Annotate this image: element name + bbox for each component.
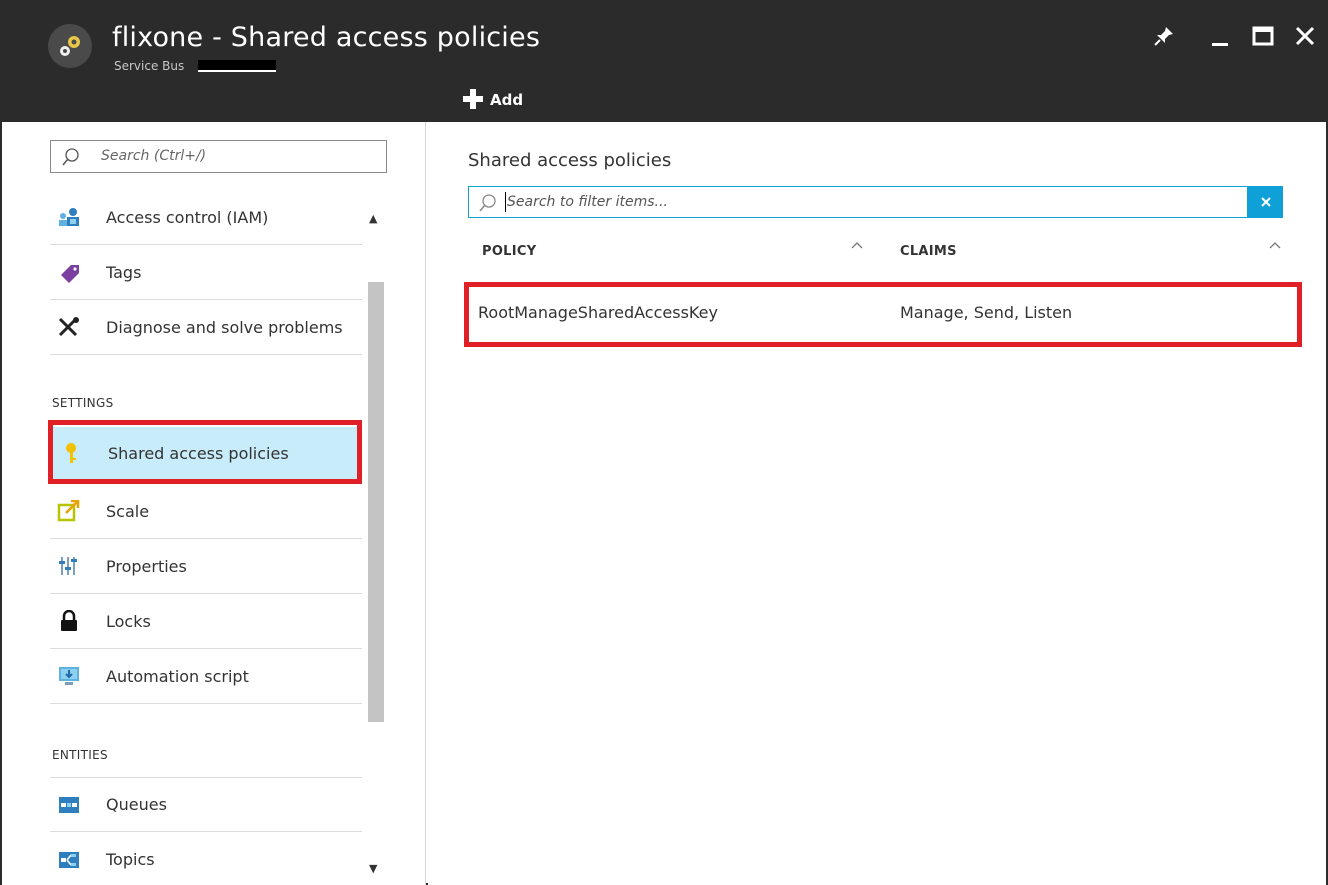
add-button[interactable]: Add [462,88,523,111]
page-subtitle: Service Bus [114,59,185,73]
nav-item-automation-script[interactable]: Automation script [50,649,362,704]
maximize-icon[interactable] [1252,24,1274,53]
plus-icon [462,88,484,111]
add-button-label: Add [490,90,524,109]
text-caret [505,192,506,212]
scroll-up-icon[interactable]: ▲ [369,212,377,225]
wrench-icon [56,314,82,340]
clear-icon [1260,197,1271,207]
minimize-icon[interactable] [1210,24,1232,53]
nav-search-placeholder: Search (Ctrl+/) [101,148,207,164]
nav-scrollbar[interactable]: ▲ ▼ [366,212,386,882]
search-icon [477,193,497,217]
nav-item-access-control[interactable]: Access control (IAM) [50,190,362,245]
nav-item-label: Access control (IAM) [106,207,269,227]
filter-placeholder: Search to filter items... [507,194,668,210]
clear-filter-button[interactable] [1248,186,1283,218]
filter-input[interactable]: Search to filter items... [468,186,1248,218]
section-label-entities: ENTITIES [52,748,108,762]
highlight-box-row [464,282,1302,347]
nav-item-label: Properties [106,556,187,576]
nav-item-scale[interactable]: Scale [50,484,362,539]
scroll-thumb[interactable] [368,282,384,722]
tag-icon [56,259,82,285]
nav-item-queues[interactable]: Queues [50,777,362,832]
main-panel: Shared access policies Search to filter … [428,122,1326,885]
iam-icon [56,204,82,230]
nav-item-topics[interactable]: Topics [50,832,362,885]
sort-chevron-icon[interactable] [1268,236,1282,255]
nav-item-label: Topics [106,850,155,869]
queues-icon [56,792,82,818]
service-bus-icon [48,24,92,68]
scale-icon [56,498,82,524]
nav-item-diagnose[interactable]: Diagnose and solve problems [50,300,362,355]
nav-item-tags[interactable]: Tags [50,245,362,300]
page-title: flixone - Shared access policies [112,22,541,53]
main-title: Shared access policies [468,150,672,171]
automation-icon [56,663,82,689]
nav-item-label: Scale [106,501,150,521]
nav-item-label: Tags [106,262,142,282]
nav-item-label: Automation script [106,666,249,686]
properties-icon [56,553,82,579]
section-label-settings: SETTINGS [52,396,114,410]
nav-item-label: Locks [106,611,151,631]
nav-item-label: Diagnose and solve problems [106,317,343,337]
close-icon[interactable] [1294,24,1316,53]
left-nav: Search (Ctrl+/) Access control (IAM) Tag… [2,122,426,885]
blade-header: flixone - Shared access policies Service… [0,0,1328,122]
highlight-box-nav [48,420,362,484]
redacted-name [198,60,276,72]
nav-search-input[interactable]: Search (Ctrl+/) [50,140,387,173]
lock-icon [56,608,82,634]
pin-icon[interactable] [1152,24,1176,53]
column-header-policy[interactable]: POLICY [482,244,536,259]
column-header-claims[interactable]: CLAIMS [900,244,957,259]
search-icon [61,147,81,171]
sort-chevron-icon[interactable] [850,236,864,255]
scroll-down-icon[interactable]: ▼ [369,862,377,875]
nav-item-label: Queues [106,795,167,814]
nav-item-locks[interactable]: Locks [50,594,362,649]
topics-icon [56,847,82,873]
nav-item-properties[interactable]: Properties [50,539,362,594]
